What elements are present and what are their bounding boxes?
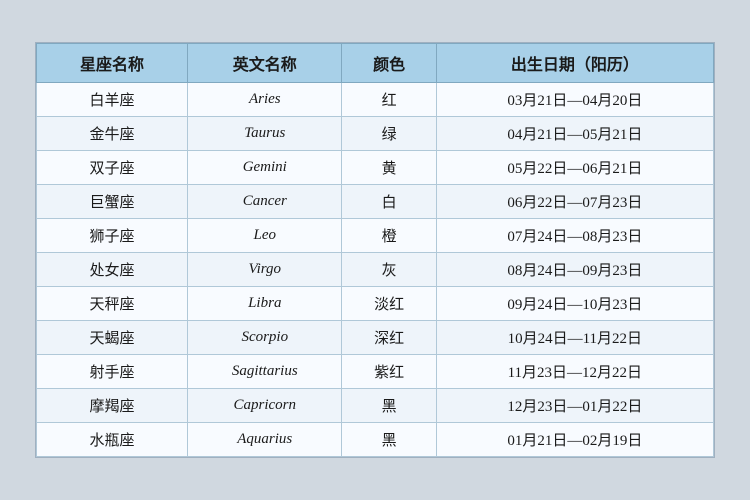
cell-english-name: Aries bbox=[188, 83, 342, 117]
header-dates: 出生日期（阳历） bbox=[436, 44, 713, 83]
cell-chinese-name: 金牛座 bbox=[37, 117, 188, 151]
cell-chinese-name: 双子座 bbox=[37, 151, 188, 185]
cell-chinese-name: 摩羯座 bbox=[37, 389, 188, 423]
table-row: 狮子座Leo橙07月24日—08月23日 bbox=[37, 219, 714, 253]
cell-english-name: Capricorn bbox=[188, 389, 342, 423]
cell-dates: 12月23日—01月22日 bbox=[436, 389, 713, 423]
cell-dates: 01月21日—02月19日 bbox=[436, 423, 713, 457]
cell-english-name: Virgo bbox=[188, 253, 342, 287]
cell-english-name: Sagittarius bbox=[188, 355, 342, 389]
cell-chinese-name: 处女座 bbox=[37, 253, 188, 287]
cell-chinese-name: 天蝎座 bbox=[37, 321, 188, 355]
cell-color: 黄 bbox=[342, 151, 436, 185]
cell-dates: 04月21日—05月21日 bbox=[436, 117, 713, 151]
cell-english-name: Libra bbox=[188, 287, 342, 321]
table-row: 巨蟹座Cancer白06月22日—07月23日 bbox=[37, 185, 714, 219]
cell-color: 紫红 bbox=[342, 355, 436, 389]
header-chinese-name: 星座名称 bbox=[37, 44, 188, 83]
cell-dates: 05月22日—06月21日 bbox=[436, 151, 713, 185]
cell-chinese-name: 狮子座 bbox=[37, 219, 188, 253]
header-color: 颜色 bbox=[342, 44, 436, 83]
cell-color: 橙 bbox=[342, 219, 436, 253]
cell-dates: 07月24日—08月23日 bbox=[436, 219, 713, 253]
table-row: 摩羯座Capricorn黑12月23日—01月22日 bbox=[37, 389, 714, 423]
cell-chinese-name: 水瓶座 bbox=[37, 423, 188, 457]
cell-color: 黑 bbox=[342, 389, 436, 423]
cell-color: 灰 bbox=[342, 253, 436, 287]
cell-dates: 09月24日—10月23日 bbox=[436, 287, 713, 321]
cell-color: 绿 bbox=[342, 117, 436, 151]
cell-dates: 10月24日—11月22日 bbox=[436, 321, 713, 355]
cell-chinese-name: 巨蟹座 bbox=[37, 185, 188, 219]
table-row: 双子座Gemini黄05月22日—06月21日 bbox=[37, 151, 714, 185]
cell-dates: 06月22日—07月23日 bbox=[436, 185, 713, 219]
cell-english-name: Taurus bbox=[188, 117, 342, 151]
table-row: 天蝎座Scorpio深红10月24日—11月22日 bbox=[37, 321, 714, 355]
table-row: 白羊座Aries红03月21日—04月20日 bbox=[37, 83, 714, 117]
cell-dates: 03月21日—04月20日 bbox=[436, 83, 713, 117]
cell-english-name: Scorpio bbox=[188, 321, 342, 355]
cell-english-name: Gemini bbox=[188, 151, 342, 185]
cell-chinese-name: 天秤座 bbox=[37, 287, 188, 321]
cell-color: 黑 bbox=[342, 423, 436, 457]
cell-chinese-name: 射手座 bbox=[37, 355, 188, 389]
cell-dates: 11月23日—12月22日 bbox=[436, 355, 713, 389]
cell-english-name: Aquarius bbox=[188, 423, 342, 457]
table-row: 处女座Virgo灰08月24日—09月23日 bbox=[37, 253, 714, 287]
cell-color: 淡红 bbox=[342, 287, 436, 321]
table-row: 水瓶座Aquarius黑01月21日—02月19日 bbox=[37, 423, 714, 457]
cell-color: 白 bbox=[342, 185, 436, 219]
cell-english-name: Leo bbox=[188, 219, 342, 253]
cell-color: 深红 bbox=[342, 321, 436, 355]
header-english-name: 英文名称 bbox=[188, 44, 342, 83]
cell-english-name: Cancer bbox=[188, 185, 342, 219]
cell-color: 红 bbox=[342, 83, 436, 117]
zodiac-table: 星座名称 英文名称 颜色 出生日期（阳历） 白羊座Aries红03月21日—04… bbox=[36, 43, 714, 457]
table-row: 金牛座Taurus绿04月21日—05月21日 bbox=[37, 117, 714, 151]
zodiac-table-container: 星座名称 英文名称 颜色 出生日期（阳历） 白羊座Aries红03月21日—04… bbox=[35, 42, 715, 458]
table-row: 天秤座Libra淡红09月24日—10月23日 bbox=[37, 287, 714, 321]
table-row: 射手座Sagittarius紫红11月23日—12月22日 bbox=[37, 355, 714, 389]
cell-chinese-name: 白羊座 bbox=[37, 83, 188, 117]
table-header-row: 星座名称 英文名称 颜色 出生日期（阳历） bbox=[37, 44, 714, 83]
cell-dates: 08月24日—09月23日 bbox=[436, 253, 713, 287]
